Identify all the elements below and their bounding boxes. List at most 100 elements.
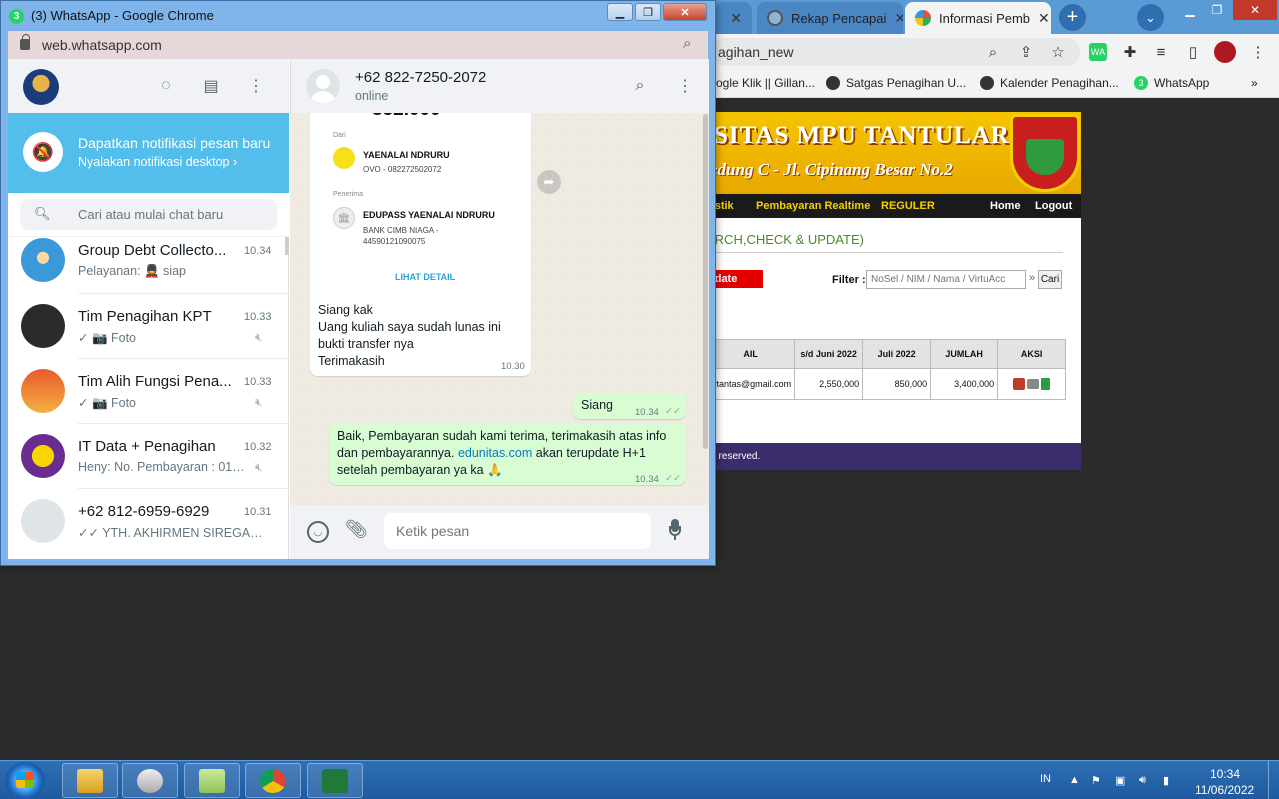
maximize-button[interactable]: ❐ bbox=[1203, 0, 1231, 20]
contact-avatar[interactable] bbox=[306, 69, 340, 103]
taskbar-sticky-notes[interactable] bbox=[184, 763, 240, 798]
new-tab-button[interactable]: + bbox=[1059, 4, 1086, 31]
my-avatar[interactable] bbox=[23, 69, 59, 105]
notification-banner[interactable]: 🔕 Dapatkan notifikasi pesan baru Nyalaka… bbox=[8, 113, 289, 193]
minimize-button[interactable]: ▁ bbox=[1176, 0, 1204, 20]
payment-table: AIL s/d Juni 2022 Juli 2022 JUMLAH AKSI … bbox=[706, 339, 1067, 400]
whatsapp-browser-window: 3 (3) WhatsApp - Google Chrome ▁ ❐ ✕ web… bbox=[0, 0, 716, 566]
microphone-icon[interactable] bbox=[668, 519, 682, 541]
notes-icon bbox=[199, 768, 225, 793]
share-icon[interactable]: ⇪ bbox=[1015, 41, 1037, 63]
menu-icon[interactable]: ⋮ bbox=[674, 75, 696, 97]
chat-preview: ✓✓ YTH. AKHIRMEN SIREGAR La... bbox=[78, 526, 264, 540]
flag-icon[interactable]: ⚑ bbox=[1091, 774, 1103, 787]
message-link[interactable]: edunitas.com bbox=[458, 446, 532, 460]
forward-icon[interactable]: ➦ bbox=[537, 170, 561, 194]
zoom-icon[interactable]: ⌕ bbox=[683, 35, 691, 52]
print-icon[interactable] bbox=[1027, 379, 1040, 389]
search-icon[interactable]: ⌕ bbox=[982, 41, 1004, 63]
start-button[interactable] bbox=[5, 762, 45, 799]
bookmark-star-icon[interactable]: ☆ bbox=[1047, 41, 1069, 63]
taskbar-snipping-tool[interactable] bbox=[122, 763, 178, 798]
language-indicator[interactable]: IN bbox=[1040, 773, 1051, 785]
chat-item[interactable]: IT Data + Penagihan 10.32 Heny: No. Pemb… bbox=[8, 424, 289, 489]
chat-name: Group Debt Collecto... bbox=[78, 242, 227, 259]
avatar bbox=[21, 304, 65, 348]
nav-pembayaran-realtime[interactable]: Pembayaran Realtime bbox=[756, 200, 870, 212]
bookmark-item-whatsapp[interactable]: 3 WhatsApp bbox=[1134, 76, 1209, 90]
side-panel-icon[interactable]: ▯ bbox=[1182, 41, 1204, 63]
view-detail-link[interactable]: LIHAT DETAIL bbox=[395, 272, 455, 282]
tab-search-chevron-icon[interactable]: ⌄ bbox=[1137, 4, 1164, 31]
search-icon[interactable]: ⌕ bbox=[629, 75, 651, 97]
bookmark-label: ogle Klik || Gillan... bbox=[716, 76, 815, 90]
incoming-image-message[interactable]: 852.000 Dari YAENALAI NDRURU OVO - 08227… bbox=[310, 113, 531, 376]
bookmark-item[interactable]: ogle Klik || Gillan... bbox=[716, 76, 815, 90]
taskbar-chrome[interactable] bbox=[245, 763, 301, 798]
nav-home[interactable]: Home bbox=[990, 200, 1021, 212]
table-cell: lytantas@gmail.com bbox=[706, 368, 796, 400]
menu-icon[interactable]: ⋮ bbox=[245, 75, 267, 97]
address-bar[interactable]: web.whatsapp.com ⌕ bbox=[8, 31, 708, 59]
table-row: lytantas@gmail.com 2,550,000 850,000 3,4… bbox=[706, 368, 1067, 400]
avatar bbox=[21, 434, 65, 478]
chat-item[interactable]: Tim Penagihan KPT 10.33 ✓ 📷 Foto 🔇︎ bbox=[8, 294, 289, 359]
show-desktop-button[interactable] bbox=[1268, 761, 1279, 799]
notification-title: Dapatkan notifikasi pesan baru bbox=[78, 135, 271, 151]
chat-item[interactable]: Tim Alih Fungsi Pena... 10.33 ✓ 📷 Foto 🔇… bbox=[8, 359, 289, 424]
maximize-button[interactable]: ❐ bbox=[635, 3, 661, 21]
search-input[interactable]: 🔍︎ Cari atau mulai chat baru bbox=[20, 199, 277, 230]
nav-logout[interactable]: Logout bbox=[1035, 200, 1072, 212]
bookmark-item[interactable]: Satgas Penagihan U... bbox=[826, 76, 966, 90]
excel-icon[interactable] bbox=[1041, 378, 1051, 390]
scrollbar[interactable] bbox=[703, 114, 708, 449]
sidebar-header: ◌ ▤ ⋮ bbox=[8, 59, 289, 113]
browser-tab-informasi[interactable]: Informasi Pemb ✕ bbox=[905, 2, 1051, 34]
new-chat-icon[interactable]: ▤ bbox=[200, 75, 222, 97]
nav-reguler[interactable]: REGULER bbox=[881, 200, 935, 212]
tab-close-icon[interactable]: ✕ bbox=[1038, 10, 1050, 27]
browser-menu-icon[interactable]: ⋮ bbox=[1247, 41, 1269, 63]
extensions-puzzle-icon[interactable]: ✚ bbox=[1119, 41, 1141, 63]
site-title: SITAS MPU TANTULAR bbox=[714, 122, 1010, 149]
tab-close-icon[interactable]: ✕ bbox=[894, 10, 903, 27]
clock-date[interactable]: 11/06/2022 bbox=[1195, 783, 1254, 797]
browser-tab[interactable]: ✕ bbox=[716, 2, 752, 34]
show-hidden-icons-icon[interactable]: ▲ bbox=[1069, 774, 1081, 786]
emoji-icon[interactable]: ◡ bbox=[307, 521, 329, 543]
whatsapp-extension-icon[interactable]: WA bbox=[1087, 41, 1109, 63]
bookmarks-overflow-button[interactable]: » bbox=[1251, 76, 1258, 90]
close-window-button[interactable]: ✕ bbox=[1233, 0, 1277, 20]
search-button[interactable]: Cari bbox=[1038, 270, 1062, 289]
media-playlist-icon[interactable]: ≡ bbox=[1150, 41, 1172, 63]
taskbar-excel[interactable] bbox=[307, 763, 363, 798]
scrollbar[interactable] bbox=[285, 237, 289, 255]
volume-icon[interactable]: 🔊︎ bbox=[1139, 774, 1151, 786]
clock-time[interactable]: 10:34 bbox=[1210, 767, 1240, 781]
taskbar-explorer[interactable] bbox=[62, 763, 118, 798]
sender-name: YAENALAI NDRURU bbox=[363, 150, 450, 160]
outgoing-message[interactable]: Siang 10.34 ✓✓ bbox=[573, 393, 686, 419]
tab-close-icon[interactable]: ✕ bbox=[730, 10, 742, 27]
message-input[interactable] bbox=[384, 513, 651, 549]
chat-item[interactable]: Group Debt Collecto... 10.34 Pelayanan: … bbox=[8, 237, 289, 294]
browser-tab-rekap[interactable]: Rekap Pencapai ✕ bbox=[757, 2, 903, 34]
chat-item[interactable]: +62 812-6959-6929 10.31 ✓✓ YTH. AKHIRMEN… bbox=[8, 489, 289, 554]
avatar bbox=[21, 499, 65, 543]
attach-icon[interactable]: 📎︎ bbox=[345, 519, 368, 540]
read-ticks-icon: ✓✓ bbox=[665, 473, 681, 484]
minimize-button[interactable]: ▁ bbox=[607, 3, 633, 21]
filter-input[interactable] bbox=[866, 270, 1026, 289]
conversation-header[interactable]: +62 822-7250-2072 online ⌕ ⋮ bbox=[290, 59, 709, 113]
close-window-button[interactable]: ✕ bbox=[663, 3, 707, 21]
column-header: AKSI bbox=[997, 339, 1067, 369]
status-icon[interactable]: ◌ bbox=[155, 75, 177, 97]
profile-avatar[interactable] bbox=[1214, 41, 1236, 63]
outgoing-message[interactable]: Baik, Pembayaran sudah kami terima, teri… bbox=[329, 424, 686, 485]
network-icon[interactable]: ▣ bbox=[1115, 774, 1127, 787]
conversation-panel: +62 822-7250-2072 online ⌕ ⋮ 852.000 Dar… bbox=[290, 59, 709, 559]
pdf-icon[interactable] bbox=[1013, 378, 1026, 390]
bookmark-item[interactable]: Kalender Penagihan... bbox=[980, 76, 1119, 90]
enable-desktop-notifications-link[interactable]: Nyalakan notifikasi desktop › bbox=[78, 155, 237, 169]
power-icon[interactable]: ▮ bbox=[1163, 774, 1175, 787]
